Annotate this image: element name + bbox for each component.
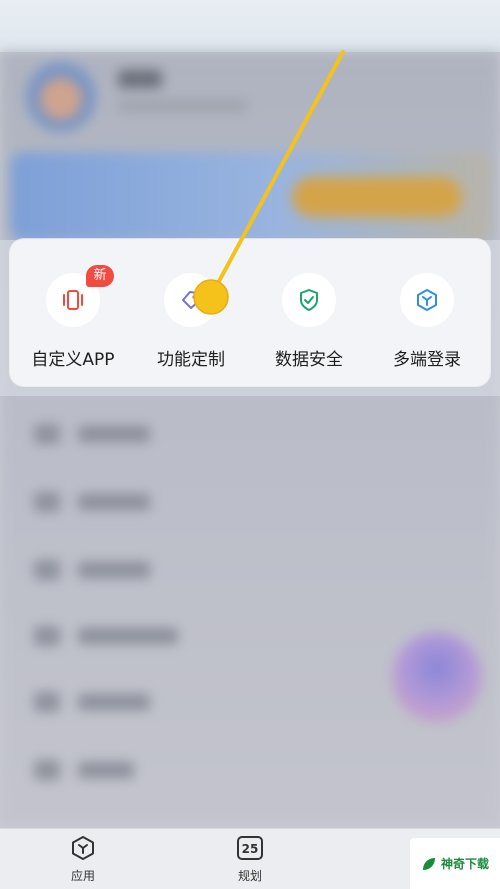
feature-multi-login[interactable]: 多端登录 — [367, 273, 487, 370]
shield-check-icon — [300, 289, 318, 311]
phone-vibrate-icon — [63, 290, 83, 310]
watermark-text: 神奇下载 — [440, 857, 489, 871]
blurred-decoration — [392, 632, 482, 722]
status-bar-area — [0, 0, 500, 52]
nav-label: 规划 — [237, 869, 262, 883]
feature-customization[interactable]: 功能定制 — [131, 273, 251, 370]
blurred-list-item — [34, 692, 174, 712]
new-badge: 新 — [86, 265, 114, 287]
feature-icon-circle: 新 — [46, 265, 114, 327]
app-hexagon-icon — [72, 836, 94, 860]
blurred-banner-button — [292, 177, 462, 217]
feature-popup-card: 新 自定义APP 功能定制 数据安全 多端登录 — [10, 239, 490, 386]
cube-icon — [417, 289, 437, 311]
blurred-list-item — [34, 560, 174, 580]
feature-icon-circle — [282, 273, 336, 327]
feature-label: 多端登录 — [393, 350, 461, 370]
blurred-list-item — [34, 424, 174, 444]
calendar-icon: 25 — [237, 836, 263, 860]
blurred-list-item — [34, 760, 174, 780]
calendar-day-text: 25 — [242, 842, 259, 856]
tag-icon — [182, 291, 200, 309]
leaf-icon — [422, 857, 435, 870]
nav-item-apps[interactable]: 应用 — [53, 835, 113, 884]
feature-label: 自定义APP — [31, 350, 115, 370]
nav-item-planning[interactable]: 25 规划 — [220, 835, 280, 884]
watermark-logo: 神奇下载 — [410, 838, 500, 889]
blurred-list-item — [34, 492, 174, 512]
feature-icon-circle — [164, 273, 218, 327]
feature-icon-circle — [400, 273, 454, 327]
blurred-list-item — [34, 626, 178, 646]
feature-data-security[interactable]: 数据安全 — [249, 273, 369, 370]
blurred-background — [0, 52, 500, 828]
nav-label: 应用 — [70, 869, 95, 883]
blurred-username — [118, 70, 162, 88]
feature-label: 功能定制 — [157, 350, 225, 370]
avatar-face — [40, 78, 82, 120]
feature-label: 数据安全 — [275, 350, 343, 370]
feature-custom-app[interactable]: 新 自定义APP — [13, 265, 133, 370]
blurred-subtitle — [118, 100, 248, 112]
